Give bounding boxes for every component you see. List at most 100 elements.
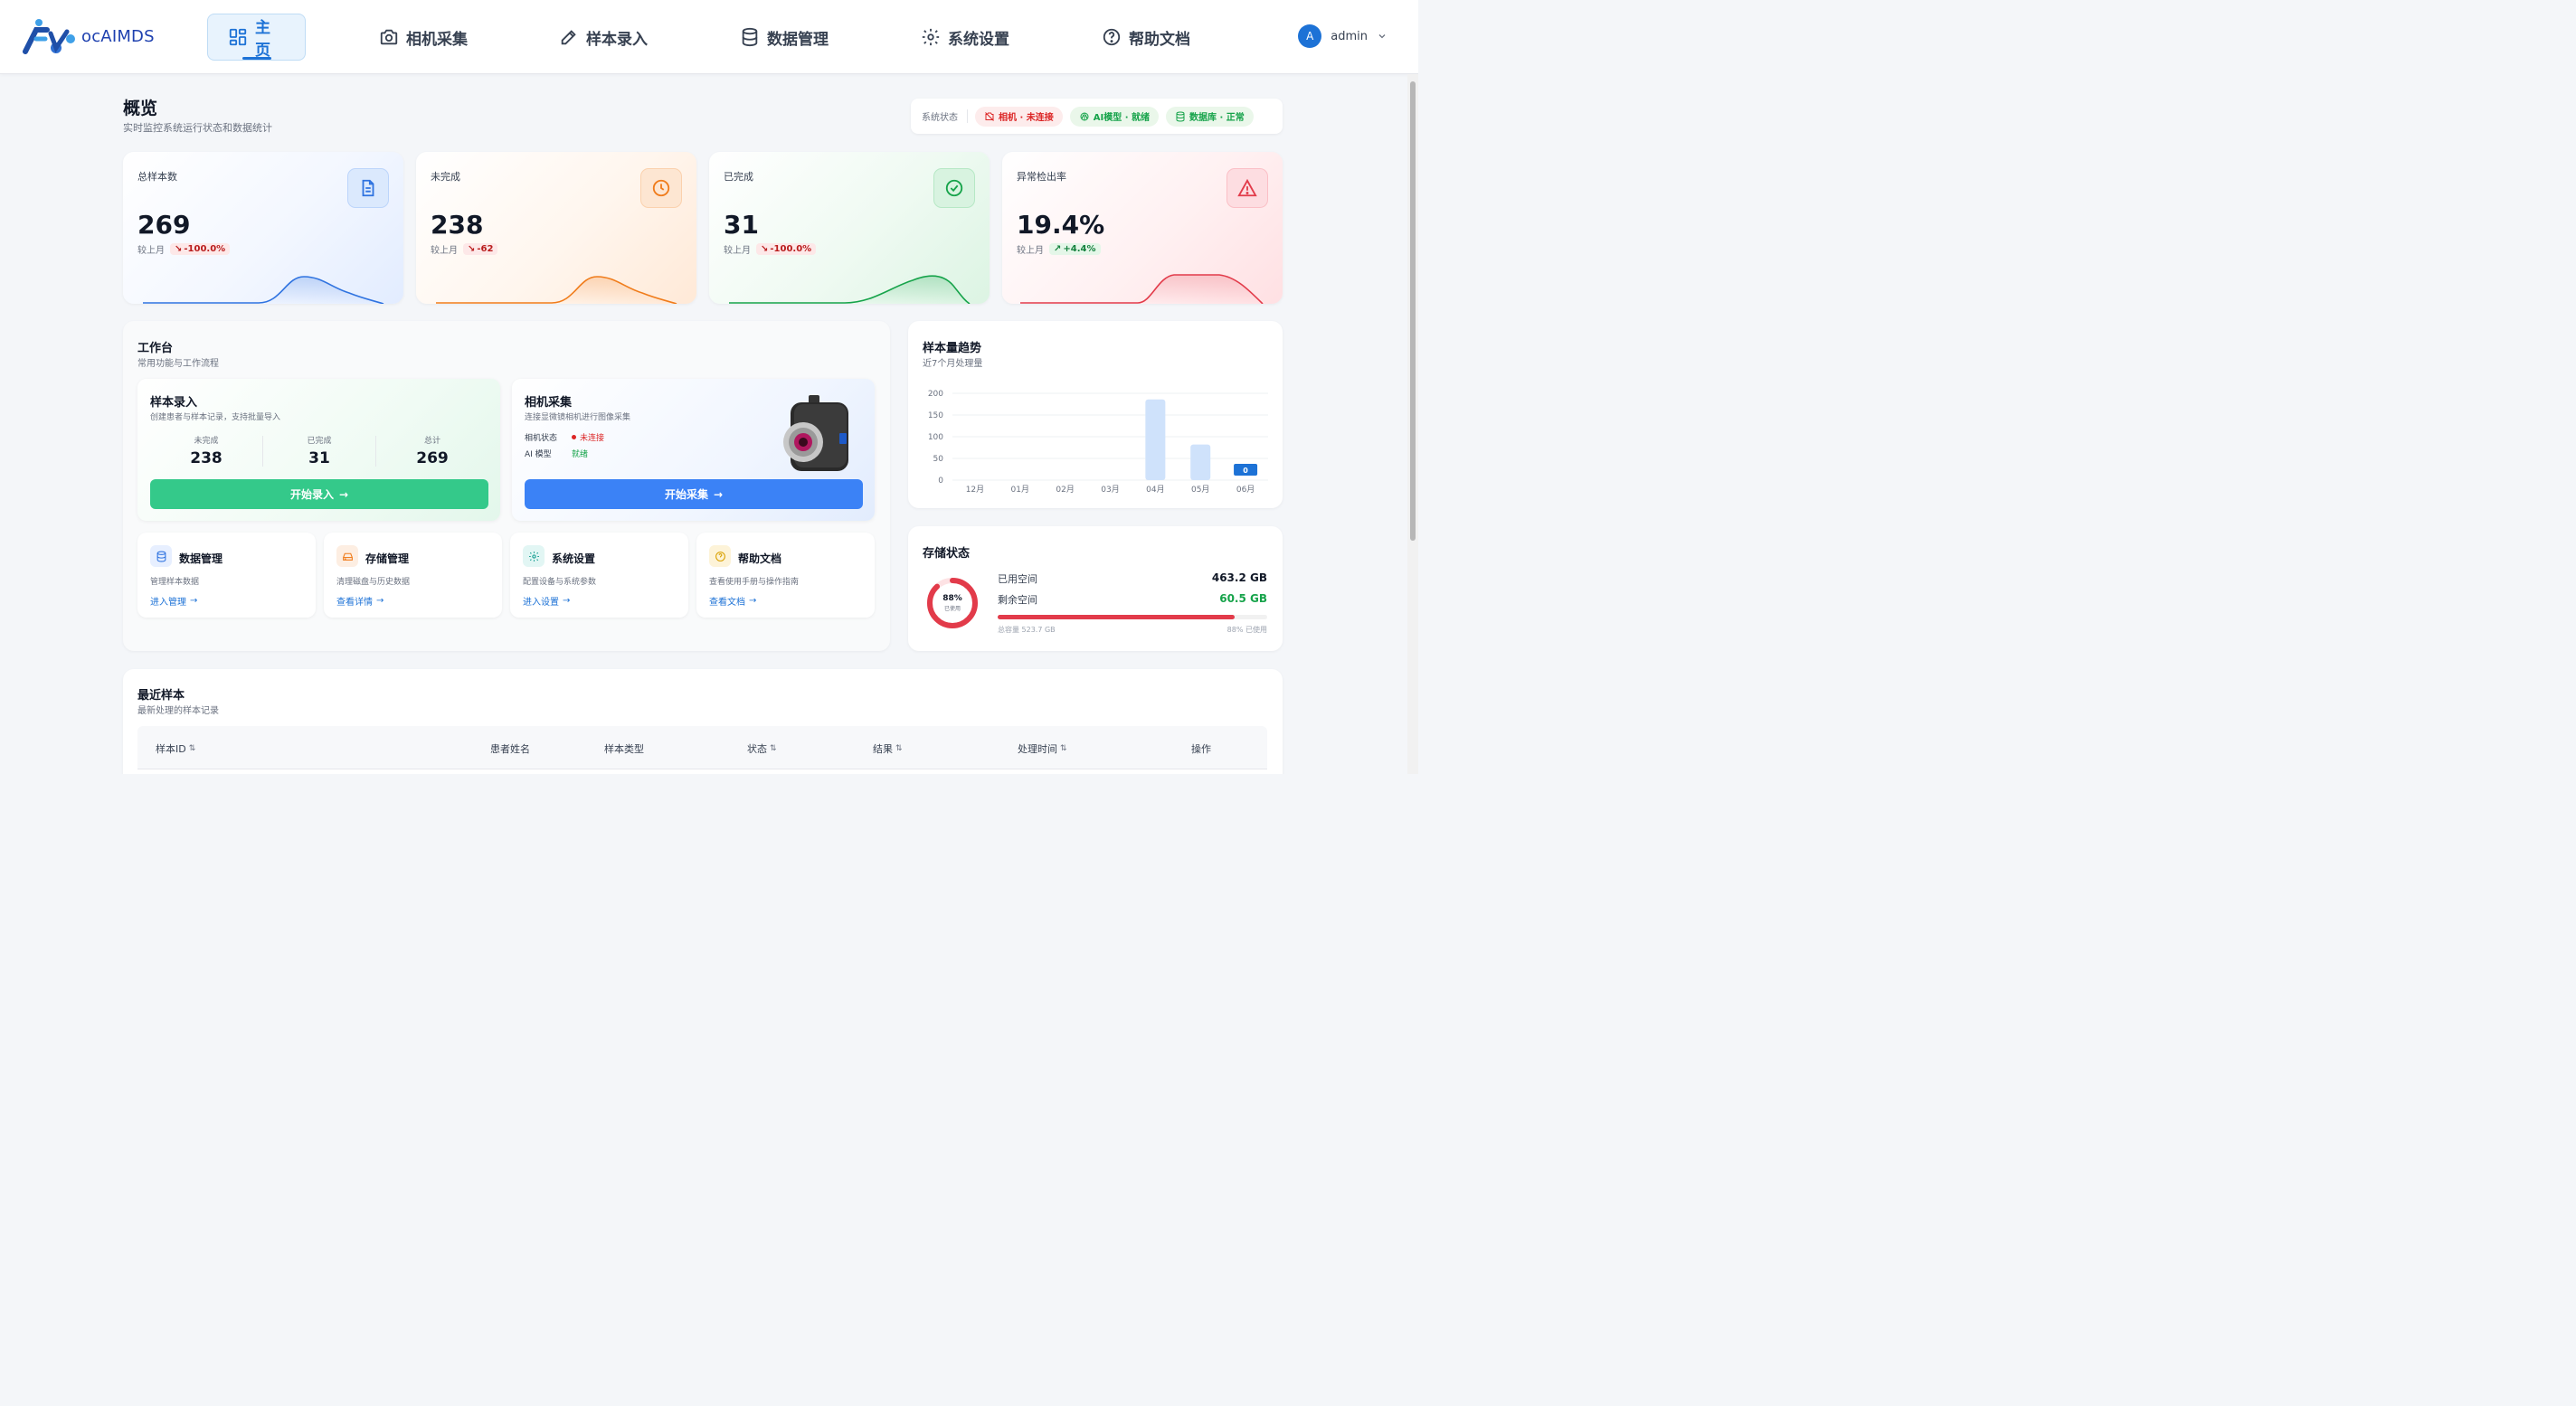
- arrow-right-icon: →: [376, 596, 384, 606]
- column-header-time[interactable]: 处理时间 ⇅: [1018, 741, 1067, 756]
- microscope-camera-image: [783, 395, 848, 471]
- brand-logo[interactable]: ocAIMDS: [20, 16, 155, 56]
- sparkline-completed: [729, 275, 971, 304]
- column-header-sample-id[interactable]: 样本ID ⇅: [156, 741, 195, 756]
- brain-icon: [1080, 112, 1089, 120]
- chevron-down-icon: [1378, 34, 1386, 39]
- quick-card-desc: 配置设备与系统参数: [523, 578, 597, 587]
- ai-status-text: AI模型 · 就绪: [1093, 113, 1150, 123]
- stat-label: 未完成: [431, 171, 460, 183]
- system-status-label: 系统状态: [922, 109, 968, 123]
- quick-card-link[interactable]: 进入设置 →: [523, 594, 570, 608]
- camera-off-icon: [985, 111, 994, 121]
- database-icon: [150, 545, 172, 567]
- bar[interactable]: [1190, 444, 1211, 480]
- quick-card-link[interactable]: 进入管理 →: [150, 594, 197, 608]
- quick-card-storage[interactable]: 存储管理 清理磁盘与历史数据 查看详情 →: [324, 533, 502, 618]
- camera-desc: 连接显微镜相机进行图像采集: [525, 413, 631, 422]
- sparkline-total: [143, 276, 384, 304]
- storage-percent-sub: 已使用: [943, 606, 961, 612]
- x-tick-label: 03月: [1101, 485, 1119, 495]
- stat-card-completed[interactable]: 已完成 31 较上月 ↘ -100.0%: [709, 152, 990, 304]
- stat-card-total[interactable]: 总样本数 269 较上月 ↘ -100.0%: [123, 152, 403, 304]
- page-scrollbar[interactable]: [1407, 74, 1418, 774]
- quick-card-link[interactable]: 查看文档 →: [709, 594, 756, 608]
- ai-model-value: 就绪: [572, 450, 589, 459]
- camera-status-badge: 相机 · 未连接: [975, 106, 1063, 127]
- stat-value: 31: [724, 210, 759, 240]
- quick-card-desc: 查看使用手册与操作指南: [709, 578, 800, 587]
- used-space-label: 已用空间: [998, 573, 1037, 585]
- logo-mark-icon: [23, 19, 75, 54]
- sparkline-anomaly: [1020, 274, 1264, 304]
- column-label: 操作: [1191, 743, 1211, 755]
- storage-progress-track: [998, 615, 1267, 619]
- donut-arc: [927, 578, 978, 628]
- logo-text: ocAIMDS: [81, 26, 155, 46]
- start-entry-label: 开始录入: [289, 488, 334, 501]
- column-header-actions: 操作: [1191, 741, 1211, 756]
- x-tick-label: 04月: [1146, 485, 1164, 495]
- y-tick-label: 150: [928, 411, 943, 420]
- column-label: 样本类型: [604, 743, 644, 755]
- stat-card-pending[interactable]: 未完成 238 较上月 ↘ -62: [416, 152, 696, 304]
- nav-settings[interactable]: 系统设置: [901, 14, 1029, 61]
- bar[interactable]: [1145, 399, 1166, 480]
- nav-help[interactable]: 帮助文档: [1082, 14, 1210, 61]
- mini-stat-value: 269: [416, 449, 449, 467]
- camera-status-label: 相机状态: [525, 434, 558, 443]
- trend-title: 样本量趋势: [923, 342, 982, 355]
- workbench-subtitle: 常用功能与工作流程: [137, 359, 219, 369]
- page-subtitle: 实时监控系统运行状态和数据统计: [123, 122, 272, 134]
- mini-stat-pending: 未完成 238: [150, 434, 262, 467]
- camera-card: 相机采集 连接显微镜相机进行图像采集 相机状态 未连接 AI 模型 就绪 开始采…: [512, 379, 875, 521]
- camera-icon: [379, 27, 399, 47]
- y-tick-label: 100: [928, 433, 943, 442]
- column-header-result[interactable]: 结果 ⇅: [873, 741, 903, 756]
- sort-icon: ⇅: [895, 744, 903, 753]
- nav-data-management[interactable]: 数据管理: [720, 14, 848, 61]
- y-tick-label: 200: [928, 390, 943, 399]
- quick-card-title: 存储管理: [365, 552, 410, 565]
- user-menu[interactable]: A admin: [1298, 24, 1387, 48]
- x-tick-label: 05月: [1191, 485, 1209, 495]
- sort-icon: ⇅: [1060, 744, 1067, 753]
- arrow-right-icon: →: [563, 596, 571, 606]
- sort-icon: ⇅: [770, 744, 777, 753]
- column-header-status[interactable]: 状态 ⇅: [747, 741, 777, 756]
- db-status-badge: 数据库 · 正常: [1166, 106, 1254, 127]
- start-capture-button[interactable]: 开始采集 →: [525, 479, 863, 509]
- clock-icon: [640, 168, 682, 208]
- quick-card-help[interactable]: 帮助文档 查看使用手册与操作指南 查看文档 →: [696, 533, 875, 618]
- nav-home-label: 主页: [255, 19, 270, 60]
- stat-value: 238: [431, 210, 484, 240]
- dashboard-icon: [228, 27, 248, 47]
- start-entry-button[interactable]: 开始录入 →: [150, 479, 488, 509]
- mini-stat-label: 已完成: [307, 437, 332, 446]
- column-label: 处理时间: [1018, 743, 1057, 755]
- arrow-right-icon: →: [190, 596, 198, 606]
- nav-camera[interactable]: 相机采集: [359, 14, 488, 61]
- used-percent-text: 88% 已使用: [1226, 626, 1267, 634]
- table-body: [137, 769, 1267, 774]
- mini-stat-value: 31: [308, 449, 330, 467]
- system-status-bar: 系统状态 相机 · 未连接 AI模型 · 就绪 数据库 · 正常: [911, 99, 1283, 134]
- nav-help-label: 帮助文档: [1129, 30, 1190, 49]
- quick-card-link[interactable]: 查看详情 →: [336, 594, 384, 608]
- nav-home[interactable]: 主页: [207, 14, 306, 61]
- stat-label: 异常检出率: [1017, 171, 1066, 183]
- scrollbar-thumb[interactable]: [1410, 81, 1416, 541]
- nav-sample-entry[interactable]: 样本录入: [539, 14, 668, 61]
- quick-card-desc: 清理磁盘与历史数据: [336, 578, 411, 587]
- arrow-right-icon: →: [713, 487, 724, 501]
- camera-status-text: 相机 · 未连接: [999, 113, 1054, 123]
- stat-card-anomaly[interactable]: 异常检出率 19.4% 较上月 ↗ +4.4%: [1002, 152, 1283, 304]
- nav-sample-entry-label: 样本录入: [586, 30, 648, 49]
- storage-title: 存储状态: [923, 547, 971, 561]
- document-icon: [347, 168, 389, 208]
- total-capacity: 总容量 523.7 GB: [998, 626, 1056, 634]
- link-label: 进入管理: [150, 598, 186, 608]
- quick-card-settings[interactable]: 系统设置 配置设备与系统参数 进入设置 →: [510, 533, 688, 618]
- quick-card-data-management[interactable]: 数据管理 管理样本数据 进入管理 →: [137, 533, 316, 618]
- table-header: [137, 726, 1267, 769]
